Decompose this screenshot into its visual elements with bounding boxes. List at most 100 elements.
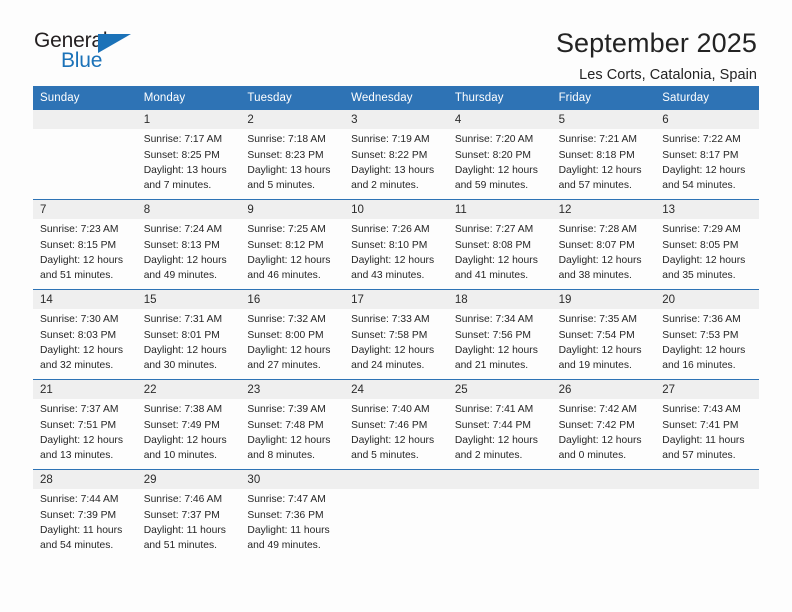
calendar-day-cell[interactable]: 7 Sunrise: 7:23 AM Sunset: 8:15 PM Daylight… — [33, 200, 137, 290]
day-sun-info: Sunrise: 7:29 AM Sunset: 8:05 PM Daylight:… — [655, 219, 759, 283]
sunset-time: Sunset: 7:39 PM — [40, 509, 117, 521]
sunset-time: Sunset: 8:08 PM — [454, 239, 531, 251]
calendar-day-cell[interactable]: 20 Sunrise: 7:36 AM Sunset: 7:53 PM Dayligh… — [655, 290, 759, 380]
calendar-day-cell[interactable]: 2 Sunrise: 7:18 AM Sunset: 8:23 PM Daylight… — [240, 110, 345, 200]
daylight-duration-line1: Daylight: 11 hours — [662, 434, 745, 446]
calendar-day-cell[interactable]: 19 Sunrise: 7:35 AM Sunset: 7:54 PM Dayligh… — [551, 290, 656, 380]
calendar-day-cell[interactable]: 22 Sunrise: 7:38 AM Sunset: 7:49 PM Dayligh… — [136, 380, 241, 470]
day-sun-info — [344, 489, 448, 492]
sunset-time: Sunset: 8:10 PM — [351, 239, 428, 251]
daylight-duration-line1: Daylight: 12 hours — [558, 164, 642, 176]
sunset-time: Sunset: 7:49 PM — [143, 419, 220, 431]
day-number: 12 — [551, 200, 656, 220]
daylight-duration-line1: Daylight: 11 hours — [40, 524, 123, 536]
calendar-day-cell[interactable]: 21 Sunrise: 7:37 AM Sunset: 7:51 PM Dayligh… — [33, 380, 137, 470]
sunrise-time: Sunrise: 7:28 AM — [558, 224, 637, 236]
calendar-day-cell[interactable]: 23 Sunrise: 7:39 AM Sunset: 7:48 PM Dayligh… — [240, 380, 345, 470]
calendar-day-cell[interactable]: 14 Sunrise: 7:30 AM Sunset: 8:03 PM Dayligh… — [33, 290, 137, 380]
generalblue-logo: General Blue — [34, 28, 138, 74]
daylight-duration-line2: and 57 minutes. — [662, 450, 736, 462]
calendar-day-cell[interactable]: 12 Sunrise: 7:28 AM Sunset: 8:07 PM Dayligh… — [551, 200, 656, 290]
day-number: 5 — [551, 110, 656, 130]
sunset-time: Sunset: 8:00 PM — [247, 329, 324, 341]
daylight-duration-line2: and 41 minutes. — [454, 270, 529, 282]
weekday-header-monday: Monday — [143, 92, 186, 104]
calendar-day-cell[interactable]: 4 Sunrise: 7:20 AM Sunset: 8:20 PM Daylight… — [447, 110, 552, 200]
calendar-day-cell[interactable]: 28 Sunrise: 7:44 AM Sunset: 7:39 PM Dayligh… — [33, 470, 137, 560]
calendar-day-cell[interactable]: 16 Sunrise: 7:32 AM Sunset: 8:00 PM Dayligh… — [240, 290, 345, 380]
calendar-day-cell[interactable]: 9 Sunrise: 7:25 AM Sunset: 8:12 PM Daylight… — [240, 200, 345, 290]
sunset-time: Sunset: 7:53 PM — [662, 329, 739, 341]
calendar-day-cell[interactable]: 26 Sunrise: 7:42 AM Sunset: 7:42 PM Dayligh… — [551, 380, 656, 470]
calendar-day-cell[interactable]: 6 Sunrise: 7:22 AM Sunset: 8:17 PM Daylight… — [655, 110, 759, 200]
sunrise-time: Sunrise: 7:37 AM — [40, 404, 119, 416]
calendar-day-cell[interactable]: 5 Sunrise: 7:21 AM Sunset: 8:18 PM Daylight… — [551, 110, 656, 200]
day-sun-info: Sunrise: 7:22 AM Sunset: 8:17 PM Daylight:… — [655, 129, 759, 193]
sunrise-time: Sunrise: 7:36 AM — [662, 314, 741, 326]
calendar-day-cell[interactable]: 1 Sunrise: 7:17 AM Sunset: 8:25 PM Daylight… — [136, 110, 241, 200]
sunrise-time: Sunrise: 7:47 AM — [247, 494, 326, 506]
daylight-duration-line2: and 54 minutes. — [40, 540, 114, 552]
day-number: 2 — [240, 110, 345, 130]
sunrise-time: Sunrise: 7:20 AM — [454, 134, 534, 146]
daylight-duration-line2: and 57 minutes. — [558, 180, 632, 192]
calendar-day-cell[interactable]: 30 Sunrise: 7:47 AM Sunset: 7:36 PM Dayligh… — [240, 470, 345, 560]
day-sun-info: Sunrise: 7:34 AM Sunset: 7:56 PM Daylight:… — [448, 309, 552, 373]
calendar-day-cell[interactable]: 13 Sunrise: 7:29 AM Sunset: 8:05 PM Dayligh… — [655, 200, 759, 290]
calendar-week-row: 7 Sunrise: 7:23 AM Sunset: 8:15 PM Daylight… — [33, 200, 759, 291]
daylight-duration-line1: Daylight: 12 hours — [143, 434, 227, 446]
daylight-duration-line2: and 27 minutes. — [247, 360, 321, 372]
day-sun-info: Sunrise: 7:33 AM Sunset: 7:58 PM Daylight:… — [344, 309, 448, 373]
daylight-duration-line2: and 8 minutes. — [247, 450, 315, 462]
day-number: 29 — [136, 470, 241, 490]
weekday-header-tuesday: Tuesday — [247, 92, 292, 104]
day-sun-info: Sunrise: 7:27 AM Sunset: 8:08 PM Daylight:… — [448, 219, 552, 283]
day-number: 27 — [655, 380, 759, 400]
calendar-day-cell[interactable]: 27 Sunrise: 7:43 AM Sunset: 7:41 PM Dayligh… — [655, 380, 759, 470]
day-sun-info: Sunrise: 7:18 AM Sunset: 8:23 PM Daylight:… — [240, 129, 344, 193]
calendar-day-cell[interactable]: 18 Sunrise: 7:34 AM Sunset: 7:56 PM Dayligh… — [447, 290, 552, 380]
day-sun-info: Sunrise: 7:26 AM Sunset: 8:10 PM Daylight:… — [344, 219, 448, 283]
calendar-day-cell[interactable]: 17 Sunrise: 7:33 AM Sunset: 7:58 PM Dayligh… — [344, 290, 448, 380]
daylight-duration-line2: and 19 minutes. — [558, 360, 632, 372]
calendar-day-cell[interactable]: 10 Sunrise: 7:26 AM Sunset: 8:10 PM Dayligh… — [344, 200, 448, 290]
calendar-day-cell[interactable]: 24 Sunrise: 7:40 AM Sunset: 7:46 PM Dayligh… — [344, 380, 448, 470]
calendar-day-cell[interactable]: 3 Sunrise: 7:19 AM Sunset: 8:22 PM Daylight… — [344, 110, 448, 200]
calendar-day-cell[interactable]: 11 Sunrise: 7:27 AM Sunset: 8:08 PM Dayligh… — [447, 200, 552, 290]
calendar-day-cell[interactable]: 8 Sunrise: 7:24 AM Sunset: 8:13 PM Daylight… — [136, 200, 241, 290]
sunset-time: Sunset: 8:07 PM — [558, 239, 635, 251]
daylight-duration-line1: Daylight: 12 hours — [40, 254, 123, 266]
day-number: 28 — [33, 470, 137, 490]
daylight-duration-line2: and 54 minutes. — [662, 180, 736, 192]
sunset-time: Sunset: 8:13 PM — [143, 239, 220, 251]
day-number — [655, 470, 759, 490]
day-number: 11 — [447, 200, 552, 220]
daylight-duration-line1: Daylight: 12 hours — [454, 344, 538, 356]
day-number: 30 — [240, 470, 345, 490]
day-sun-info — [655, 489, 759, 492]
day-sun-info: Sunrise: 7:40 AM Sunset: 7:46 PM Daylight:… — [344, 399, 448, 463]
daylight-duration-line2: and 13 minutes. — [40, 450, 114, 462]
daylight-duration-line2: and 7 minutes. — [143, 180, 212, 192]
sunrise-time: Sunrise: 7:31 AM — [143, 314, 223, 326]
page-title: September 2025 — [555, 28, 757, 58]
sunrise-time: Sunrise: 7:32 AM — [247, 314, 326, 326]
day-number: 4 — [447, 110, 552, 130]
day-sun-info: Sunrise: 7:39 AM Sunset: 7:48 PM Daylight:… — [240, 399, 344, 463]
sunset-time: Sunset: 7:48 PM — [247, 419, 324, 431]
day-sun-info: Sunrise: 7:19 AM Sunset: 8:22 PM Daylight:… — [344, 129, 448, 193]
sunrise-time: Sunrise: 7:26 AM — [351, 224, 430, 236]
calendar-day-cell[interactable]: 25 Sunrise: 7:41 AM Sunset: 7:44 PM Dayligh… — [447, 380, 552, 470]
daylight-duration-line1: Daylight: 12 hours — [454, 254, 538, 266]
day-number: 16 — [240, 290, 345, 310]
sunrise-time: Sunrise: 7:17 AM — [143, 134, 223, 146]
daylight-duration-line2: and 32 minutes. — [40, 360, 114, 372]
day-sun-info: Sunrise: 7:17 AM Sunset: 8:25 PM Daylight:… — [137, 129, 241, 193]
day-sun-info: Sunrise: 7:25 AM Sunset: 8:12 PM Daylight:… — [240, 219, 344, 283]
day-number: 25 — [447, 380, 552, 400]
daylight-duration-line1: Daylight: 12 hours — [558, 254, 642, 266]
day-sun-info: Sunrise: 7:28 AM Sunset: 8:07 PM Daylight:… — [552, 219, 656, 283]
calendar-day-cell[interactable]: 29 Sunrise: 7:46 AM Sunset: 7:37 PM Dayligh… — [136, 470, 241, 560]
calendar-day-cell[interactable]: 15 Sunrise: 7:31 AM Sunset: 8:01 PM Dayligh… — [136, 290, 241, 380]
logo-text-general: General — [34, 29, 108, 52]
